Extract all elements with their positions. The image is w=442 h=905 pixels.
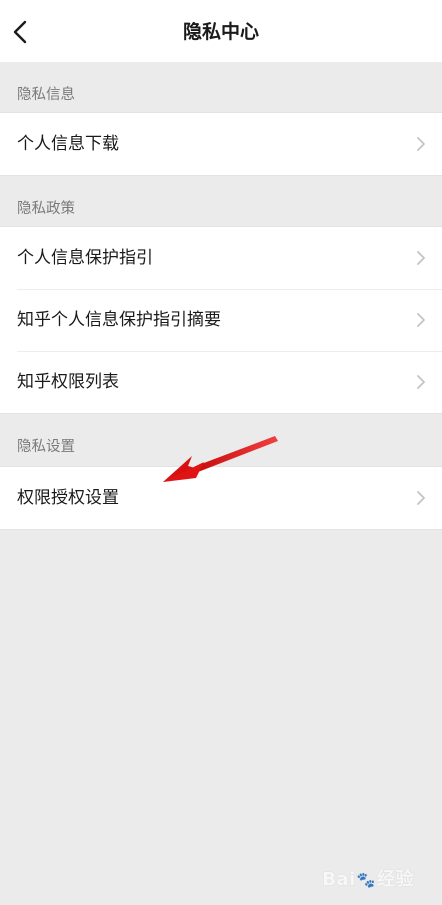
chevron-right-icon bbox=[417, 137, 425, 151]
section-title: 隐私政策 bbox=[17, 201, 75, 217]
list-item-label: 知乎权限列表 bbox=[17, 372, 119, 392]
list-item-protection-guide[interactable]: 个人信息保护指引 bbox=[0, 227, 442, 289]
list-item-label: 知乎个人信息保护指引摘要 bbox=[17, 310, 221, 330]
list-item-label: 个人信息下载 bbox=[17, 134, 119, 154]
section-title: 隐私设置 bbox=[17, 439, 75, 455]
paw-icon: 🐾 bbox=[356, 871, 376, 889]
list-item-permission-list[interactable]: 知乎权限列表 bbox=[0, 351, 442, 413]
navigation-bar: 隐私中心 bbox=[0, 0, 442, 62]
list-item-personal-info-download[interactable]: 个人信息下载 bbox=[0, 113, 442, 175]
chevron-left-icon bbox=[13, 20, 27, 44]
section-header-privacy-info: 隐私信息 bbox=[0, 62, 442, 112]
section-header-privacy-settings: 隐私设置 bbox=[0, 414, 442, 464]
section-title: 隐私信息 bbox=[17, 87, 75, 103]
group-privacy-info: 个人信息下载 bbox=[0, 112, 442, 176]
list-item-label: 权限授权设置 bbox=[17, 488, 119, 508]
chevron-right-icon bbox=[417, 251, 425, 265]
chevron-right-icon bbox=[417, 375, 425, 389]
group-privacy-policy: 个人信息保护指引 知乎个人信息保护指引摘要 知乎权限列表 bbox=[0, 226, 442, 414]
list-item-protection-guide-summary[interactable]: 知乎个人信息保护指引摘要 bbox=[0, 289, 442, 351]
watermark: Bai🐾经验 bbox=[322, 865, 414, 891]
list-item-label: 个人信息保护指引 bbox=[17, 248, 153, 268]
group-privacy-settings: 权限授权设置 bbox=[0, 466, 442, 530]
watermark-brand: Bai bbox=[322, 869, 356, 890]
page-title: 隐私中心 bbox=[182, 21, 259, 43]
section-header-privacy-policy: 隐私政策 bbox=[0, 176, 442, 226]
chevron-right-icon bbox=[417, 491, 425, 505]
list-item-permission-authorization-settings[interactable]: 权限授权设置 bbox=[0, 467, 442, 529]
watermark-suffix: 经验 bbox=[377, 869, 414, 890]
back-button[interactable] bbox=[0, 12, 40, 52]
chevron-right-icon bbox=[417, 313, 425, 327]
